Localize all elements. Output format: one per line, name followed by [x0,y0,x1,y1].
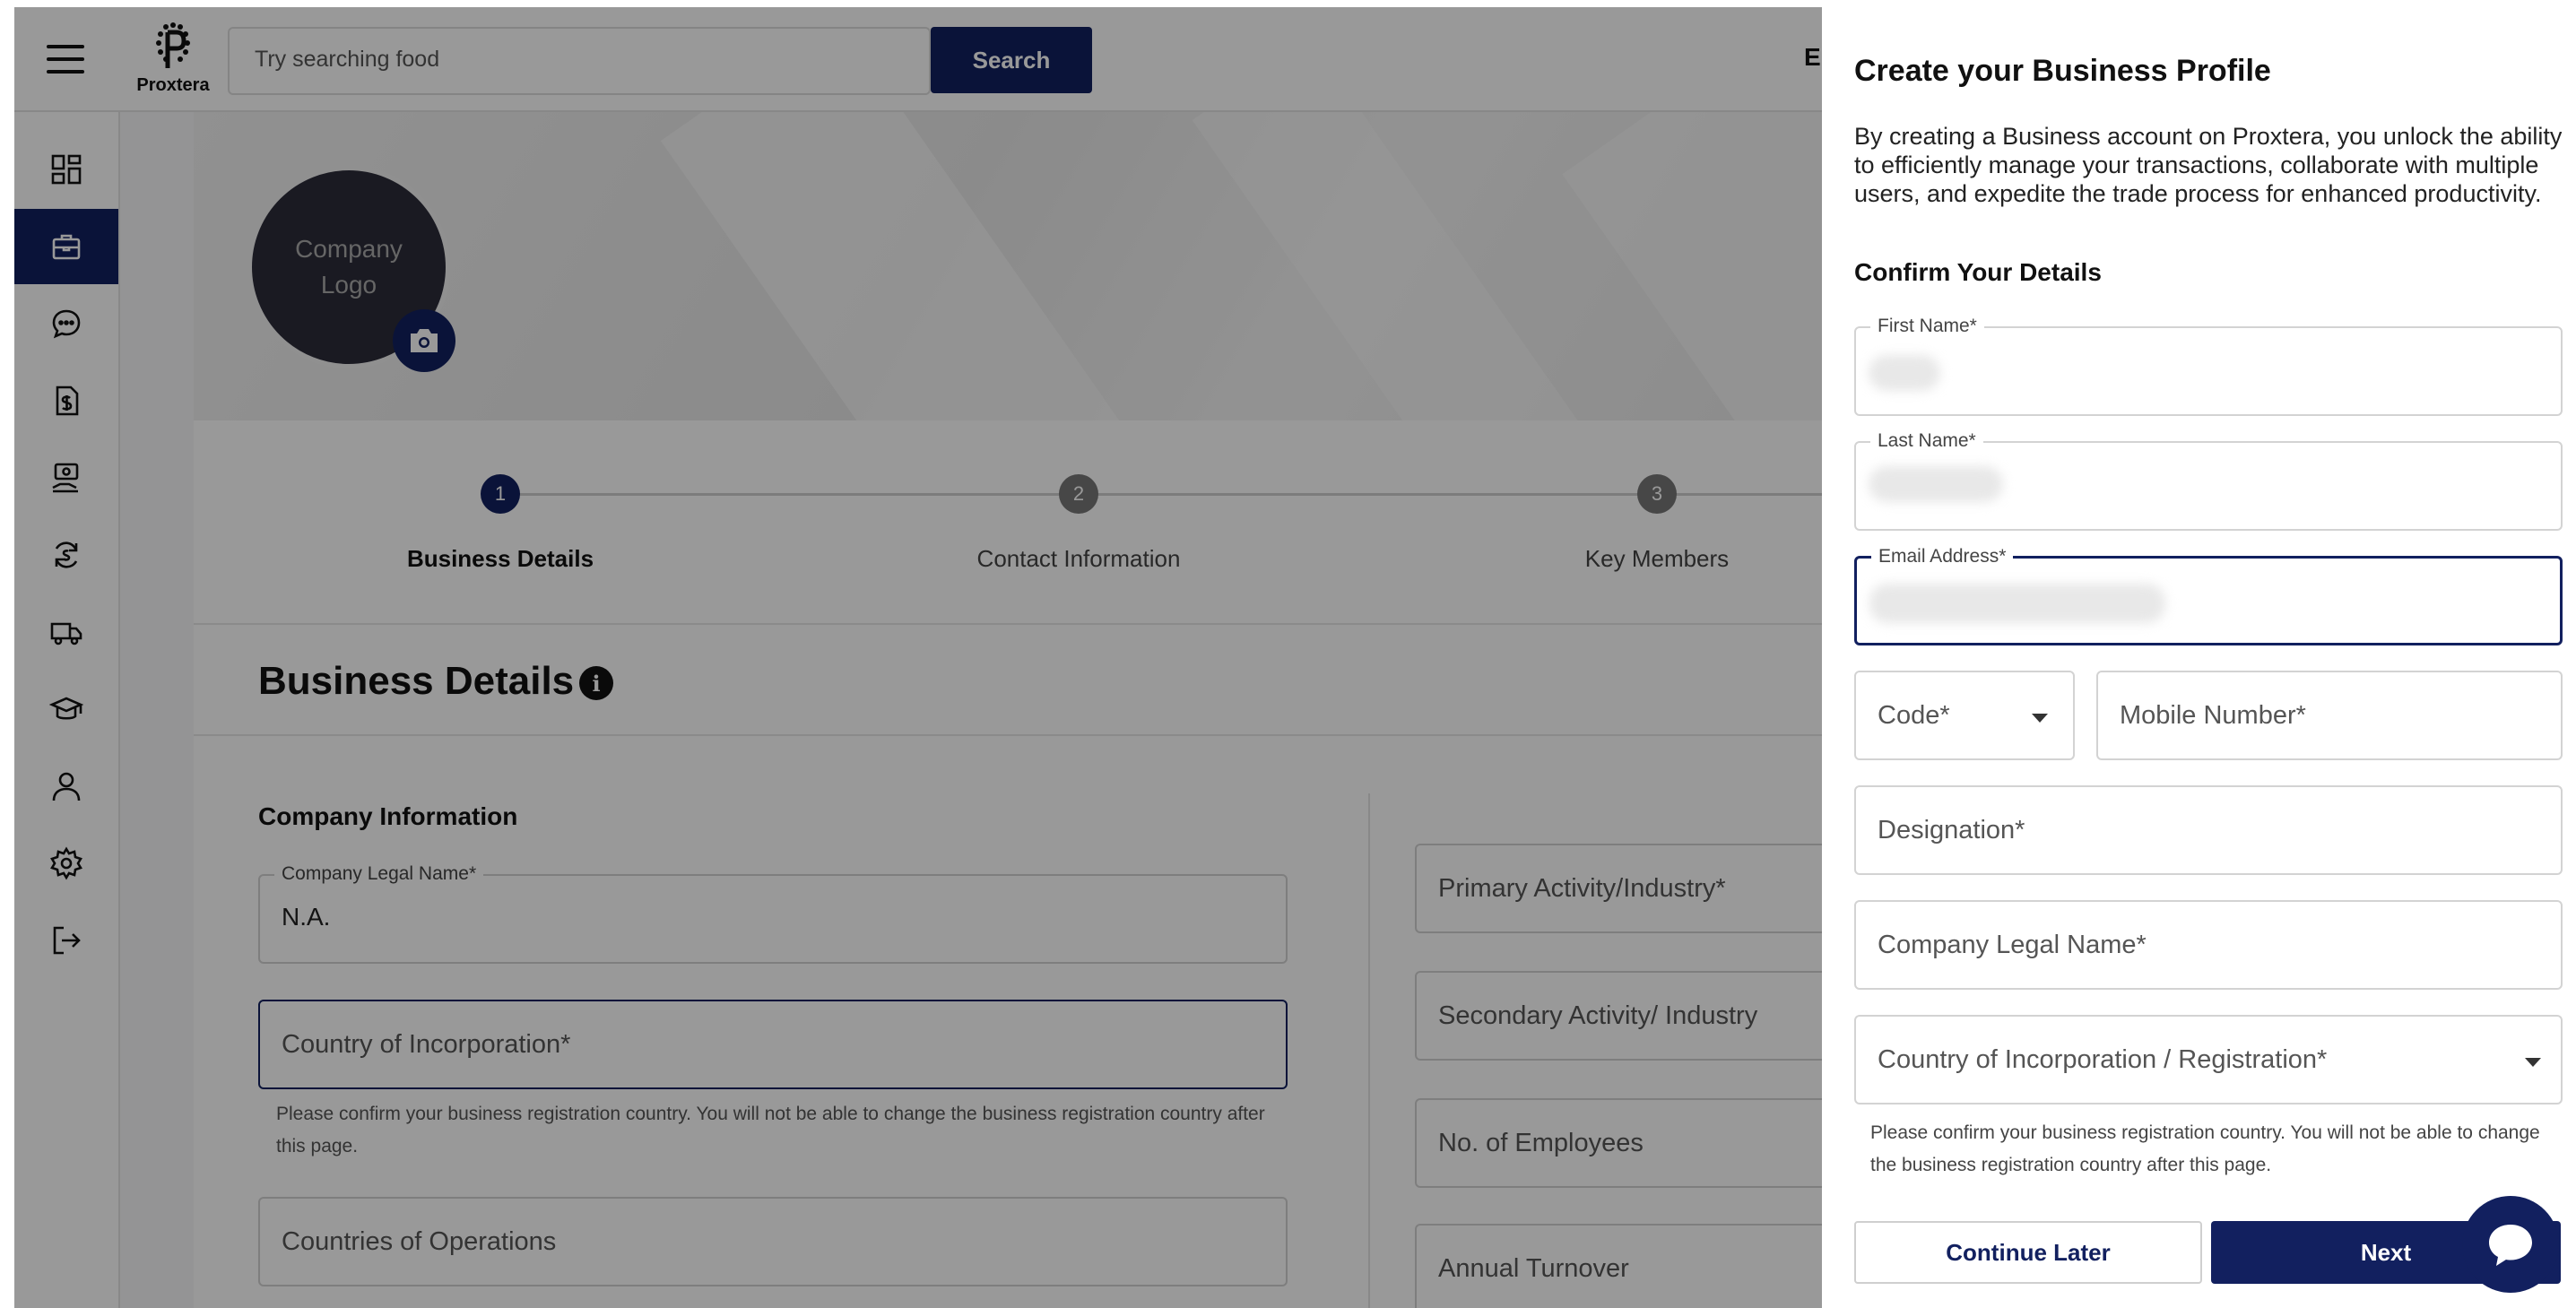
mobile-number-field[interactable]: Mobile Number* [2096,671,2563,760]
chevron-down-icon [2032,714,2048,723]
first-name-label: First Name* [1870,316,1984,337]
blurred-value [1869,584,2165,623]
drawer-title: Create your Business Profile [1854,54,2271,88]
country-code-select[interactable]: Code* [1854,671,2075,760]
confirm-details-subtitle: Confirm Your Details [1854,258,2102,286]
drawer-company-legal-name-placeholder: Company Legal Name* [1878,931,2147,959]
country-of-registration-select[interactable]: Country of Incorporation / Registration* [1854,1015,2563,1104]
email-label: Email Address* [1871,546,2014,567]
designation-placeholder: Designation* [1878,816,2025,845]
blurred-value [1869,466,2003,502]
drawer-company-legal-name-field[interactable]: Company Legal Name* [1854,900,2563,990]
blurred-value [1869,355,1940,391]
last-name-field[interactable]: Last Name* [1854,430,2563,531]
drawer-helper-text: Please confirm your business registratio… [1870,1122,2540,1175]
chat-support-icon[interactable] [2462,1196,2559,1293]
continue-later-button[interactable]: Continue Later [1854,1221,2202,1284]
drawer-description: By creating a Business account on Proxte… [1854,123,2563,207]
chevron-down-icon [2525,1058,2541,1067]
email-field[interactable]: Email Address* [1854,546,2563,645]
country-of-registration-placeholder: Country of Incorporation / Registration* [1878,1045,2328,1074]
code-placeholder: Code* [1878,701,1950,730]
designation-field[interactable]: Designation* [1854,785,2563,875]
last-name-label: Last Name* [1870,430,1983,452]
business-profile-drawer: Create your Business Profile By creating… [1822,7,2576,1308]
first-name-field[interactable]: First Name* [1854,316,2563,416]
mobile-placeholder: Mobile Number* [2120,701,2306,730]
